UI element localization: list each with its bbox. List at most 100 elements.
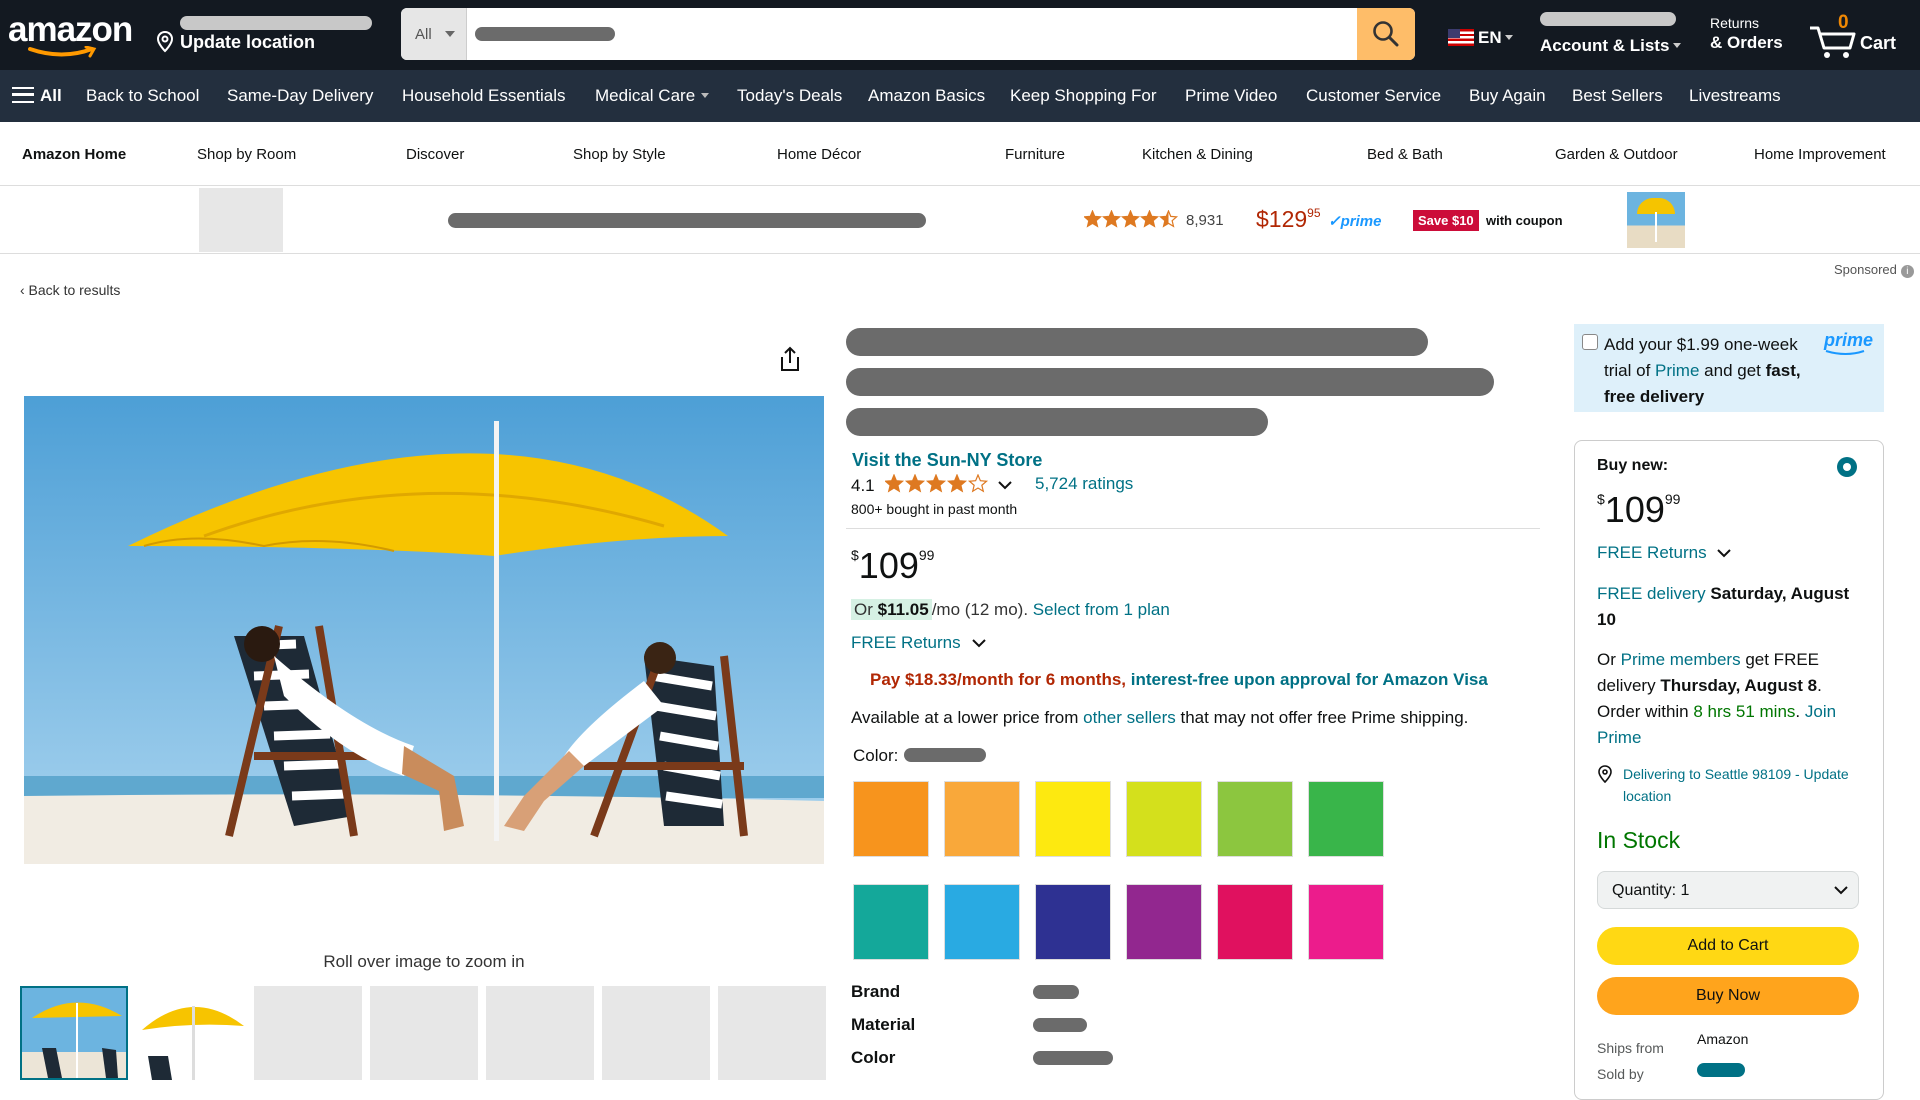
color-swatch[interactable] bbox=[1308, 884, 1384, 960]
color-swatch[interactable] bbox=[944, 781, 1020, 857]
star-fill bbox=[1103, 211, 1120, 227]
sold-by-label: Sold by bbox=[1597, 1066, 1644, 1082]
fast-delivery-info: Or Prime members get FREE delivery Thurs… bbox=[1597, 650, 1837, 747]
nav-item-todays-deals[interactable]: Today's Deals bbox=[737, 86, 842, 106]
buybox-free-returns[interactable]: FREE Returns bbox=[1597, 543, 1732, 563]
subnav-shop-by-room[interactable]: Shop by Room bbox=[197, 146, 296, 163]
subnav-bed-bath[interactable]: Bed & Bath bbox=[1367, 146, 1443, 163]
account-lists[interactable]: Account & Lists bbox=[1540, 12, 1690, 56]
lower-post: that may not offer free Prime shipping. bbox=[1180, 708, 1469, 727]
chevron-down-icon[interactable] bbox=[998, 480, 1012, 490]
nav-item-back-to-school[interactable]: Back to School bbox=[86, 86, 199, 106]
color-swatch[interactable] bbox=[1035, 781, 1111, 857]
thumbnail-4[interactable] bbox=[370, 986, 478, 1080]
buy-new-radio[interactable] bbox=[1837, 457, 1857, 477]
free-returns-label: FREE Returns bbox=[1597, 543, 1707, 562]
nav-item-medical-care[interactable]: Medical Care bbox=[595, 86, 710, 106]
other-sellers-link[interactable]: other sellers bbox=[1083, 708, 1176, 727]
order-within-label: Order within bbox=[1597, 702, 1689, 721]
thumbnail-6[interactable] bbox=[602, 986, 710, 1080]
sponsored-product-strip[interactable]: 8,931 $12995 ✓prime Save $10 with coupon bbox=[0, 186, 1920, 254]
star-outline bbox=[968, 474, 989, 493]
nav-item-buy-again[interactable]: Buy Again bbox=[1469, 86, 1546, 106]
free-returns-link[interactable]: FREE Returns bbox=[851, 633, 987, 653]
thumbnail-5[interactable] bbox=[486, 986, 594, 1080]
product-rating: 4.1 5,724 ratings bbox=[851, 474, 1133, 496]
visa-approval-link[interactable]: interest-free upon approval for Amazon V… bbox=[1131, 670, 1488, 689]
thumbnail-1[interactable] bbox=[20, 986, 128, 1080]
color-swatch[interactable] bbox=[1035, 884, 1111, 960]
cart-button[interactable]: 0 Cart bbox=[1808, 10, 1918, 60]
color-swatch[interactable] bbox=[853, 884, 929, 960]
lower-price-notice: Available at a lower price from other se… bbox=[851, 708, 1468, 728]
returns-orders[interactable]: Returns & Orders bbox=[1710, 15, 1783, 53]
nav-all-menu[interactable]: All bbox=[12, 86, 62, 106]
thumbnail-2[interactable] bbox=[138, 986, 246, 1080]
finance-term: /mo (12 mo). bbox=[931, 600, 1029, 619]
ships-labels: Ships from Sold by bbox=[1597, 1035, 1664, 1087]
color-swatch[interactable] bbox=[1126, 781, 1202, 857]
nav-item-household-essentials[interactable]: Household Essentials bbox=[402, 86, 565, 106]
redacted-seller[interactable] bbox=[1697, 1063, 1745, 1077]
color-swatch[interactable] bbox=[1217, 884, 1293, 960]
star-rating-icon[interactable] bbox=[885, 474, 989, 494]
price-symbol: $ bbox=[851, 547, 859, 563]
subnav-discover[interactable]: Discover bbox=[406, 146, 464, 163]
nav-item-livestreams[interactable]: Livestreams bbox=[1689, 86, 1781, 106]
free-delivery-link[interactable]: FREE delivery bbox=[1597, 584, 1706, 603]
subnav-garden-outdoor[interactable]: Garden & Outdoor bbox=[1555, 146, 1678, 163]
color-swatch[interactable] bbox=[1217, 781, 1293, 857]
store-link[interactable]: Visit the Sun-NY Store bbox=[852, 450, 1042, 471]
nav-item-same-day-delivery[interactable]: Same-Day Delivery bbox=[227, 86, 373, 106]
color-swatch[interactable] bbox=[1126, 884, 1202, 960]
chevron-down-icon bbox=[972, 639, 987, 648]
ratings-count-link[interactable]: 5,724 ratings bbox=[1035, 474, 1133, 494]
thumbnail-3[interactable] bbox=[254, 986, 362, 1080]
visa-payment-text: Pay $18.33/month for 6 months, bbox=[870, 670, 1127, 689]
search-category-select[interactable]: All bbox=[401, 8, 467, 60]
search-button[interactable] bbox=[1357, 8, 1415, 60]
visa-offer[interactable]: Pay $18.33/month for 6 months, interest-… bbox=[870, 670, 1488, 690]
nav-item-best-sellers[interactable]: Best Sellers bbox=[1572, 86, 1663, 106]
returns-label: Returns bbox=[1710, 15, 1760, 31]
subnav-amazon-home[interactable]: Amazon Home bbox=[22, 146, 126, 163]
subnav-furniture[interactable]: Furniture bbox=[1005, 146, 1065, 163]
select-plan-link[interactable]: Select from 1 plan bbox=[1033, 600, 1170, 619]
chevron-down-icon bbox=[701, 93, 710, 98]
prime-trial-checkbox[interactable] bbox=[1582, 334, 1598, 350]
delivering-to-link[interactable]: Delivering to Seattle 98109 - Update loc… bbox=[1623, 763, 1857, 807]
subnav-kitchen-dining[interactable]: Kitchen & Dining bbox=[1142, 146, 1253, 163]
sponsored-label[interactable]: Sponsored i bbox=[1834, 262, 1914, 278]
prime-members-link[interactable]: Prime members bbox=[1621, 650, 1741, 669]
nav-item-keep-shopping[interactable]: Keep Shopping For bbox=[1010, 86, 1157, 106]
share-icon[interactable] bbox=[778, 345, 802, 373]
delivery-location[interactable]: Delivering to Seattle 98109 - Update loc… bbox=[1597, 763, 1857, 807]
star-fill bbox=[1084, 211, 1101, 227]
subnav-shop-by-style[interactable]: Shop by Style bbox=[573, 146, 666, 163]
chevron-down-icon bbox=[1504, 35, 1513, 40]
prime-link[interactable]: Prime bbox=[1655, 361, 1699, 380]
language-selector[interactable]: EN bbox=[1448, 28, 1513, 48]
back-to-results-link[interactable]: ‹ Back to results bbox=[20, 282, 120, 298]
color-swatch[interactable] bbox=[1308, 781, 1384, 857]
update-location[interactable]: Update location bbox=[156, 14, 376, 58]
search-bar: All bbox=[401, 8, 1415, 60]
subnav-home-decor[interactable]: Home Décor bbox=[777, 146, 861, 163]
redacted-color-name bbox=[904, 748, 987, 762]
product-main-image[interactable] bbox=[24, 396, 824, 864]
color-swatch[interactable] bbox=[853, 781, 929, 857]
color-swatch[interactable] bbox=[944, 884, 1020, 960]
buy-now-button[interactable]: Buy Now bbox=[1597, 977, 1859, 1015]
sponsored-image-placeholder bbox=[199, 188, 283, 252]
nav-item-amazon-basics[interactable]: Amazon Basics bbox=[868, 86, 985, 106]
subnav-home-improvement[interactable]: Home Improvement bbox=[1754, 146, 1886, 163]
search-input[interactable] bbox=[475, 27, 615, 41]
location-pin-icon bbox=[1598, 765, 1612, 783]
amazon-logo[interactable]: amazon bbox=[8, 10, 138, 60]
quantity-select[interactable]: Quantity: 1 bbox=[1597, 871, 1859, 909]
add-to-cart-button[interactable]: Add to Cart bbox=[1597, 927, 1859, 965]
nav-item-prime-video[interactable]: Prime Video bbox=[1185, 86, 1277, 106]
star-fill bbox=[1122, 211, 1139, 227]
nav-item-customer-service[interactable]: Customer Service bbox=[1306, 86, 1441, 106]
thumbnail-7[interactable] bbox=[718, 986, 826, 1080]
